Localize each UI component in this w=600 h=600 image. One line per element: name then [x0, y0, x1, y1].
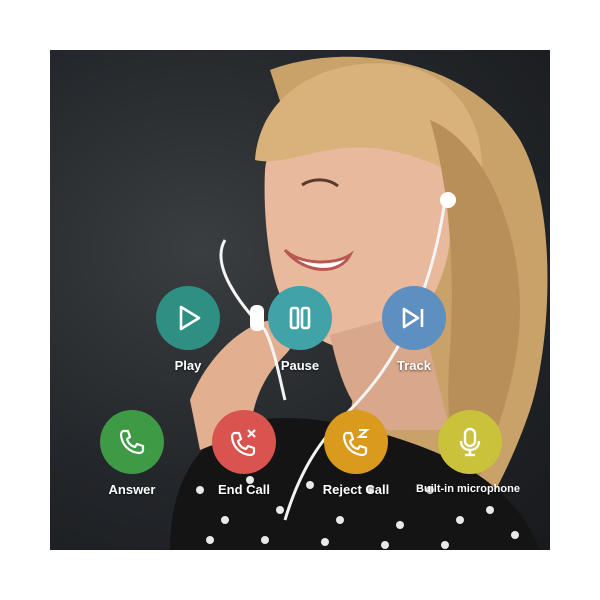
track-button[interactable] [382, 286, 446, 350]
play-icon [179, 305, 201, 331]
reject-call-button[interactable] [324, 410, 388, 474]
pause-icon [289, 306, 311, 330]
pause-button[interactable] [268, 286, 332, 350]
phone-reject-icon [342, 429, 370, 457]
answer-button[interactable] [100, 410, 164, 474]
play-button[interactable] [156, 286, 220, 350]
end-call-button[interactable] [212, 410, 276, 474]
reject-call-label: Reject Call [322, 482, 390, 497]
play-label: Play [174, 358, 202, 373]
microphone-label: Built-in microphone [416, 483, 520, 495]
microphone-button[interactable] [438, 410, 502, 474]
pause-label: Pause [280, 358, 320, 373]
phone-end-icon [230, 429, 256, 457]
end-call-label: End Call [217, 482, 271, 497]
track-label: Track [397, 358, 431, 373]
microphone-icon [459, 427, 481, 457]
answer-label: Answer [108, 482, 156, 497]
phone-icon [119, 429, 145, 455]
skip-track-icon [402, 307, 424, 329]
